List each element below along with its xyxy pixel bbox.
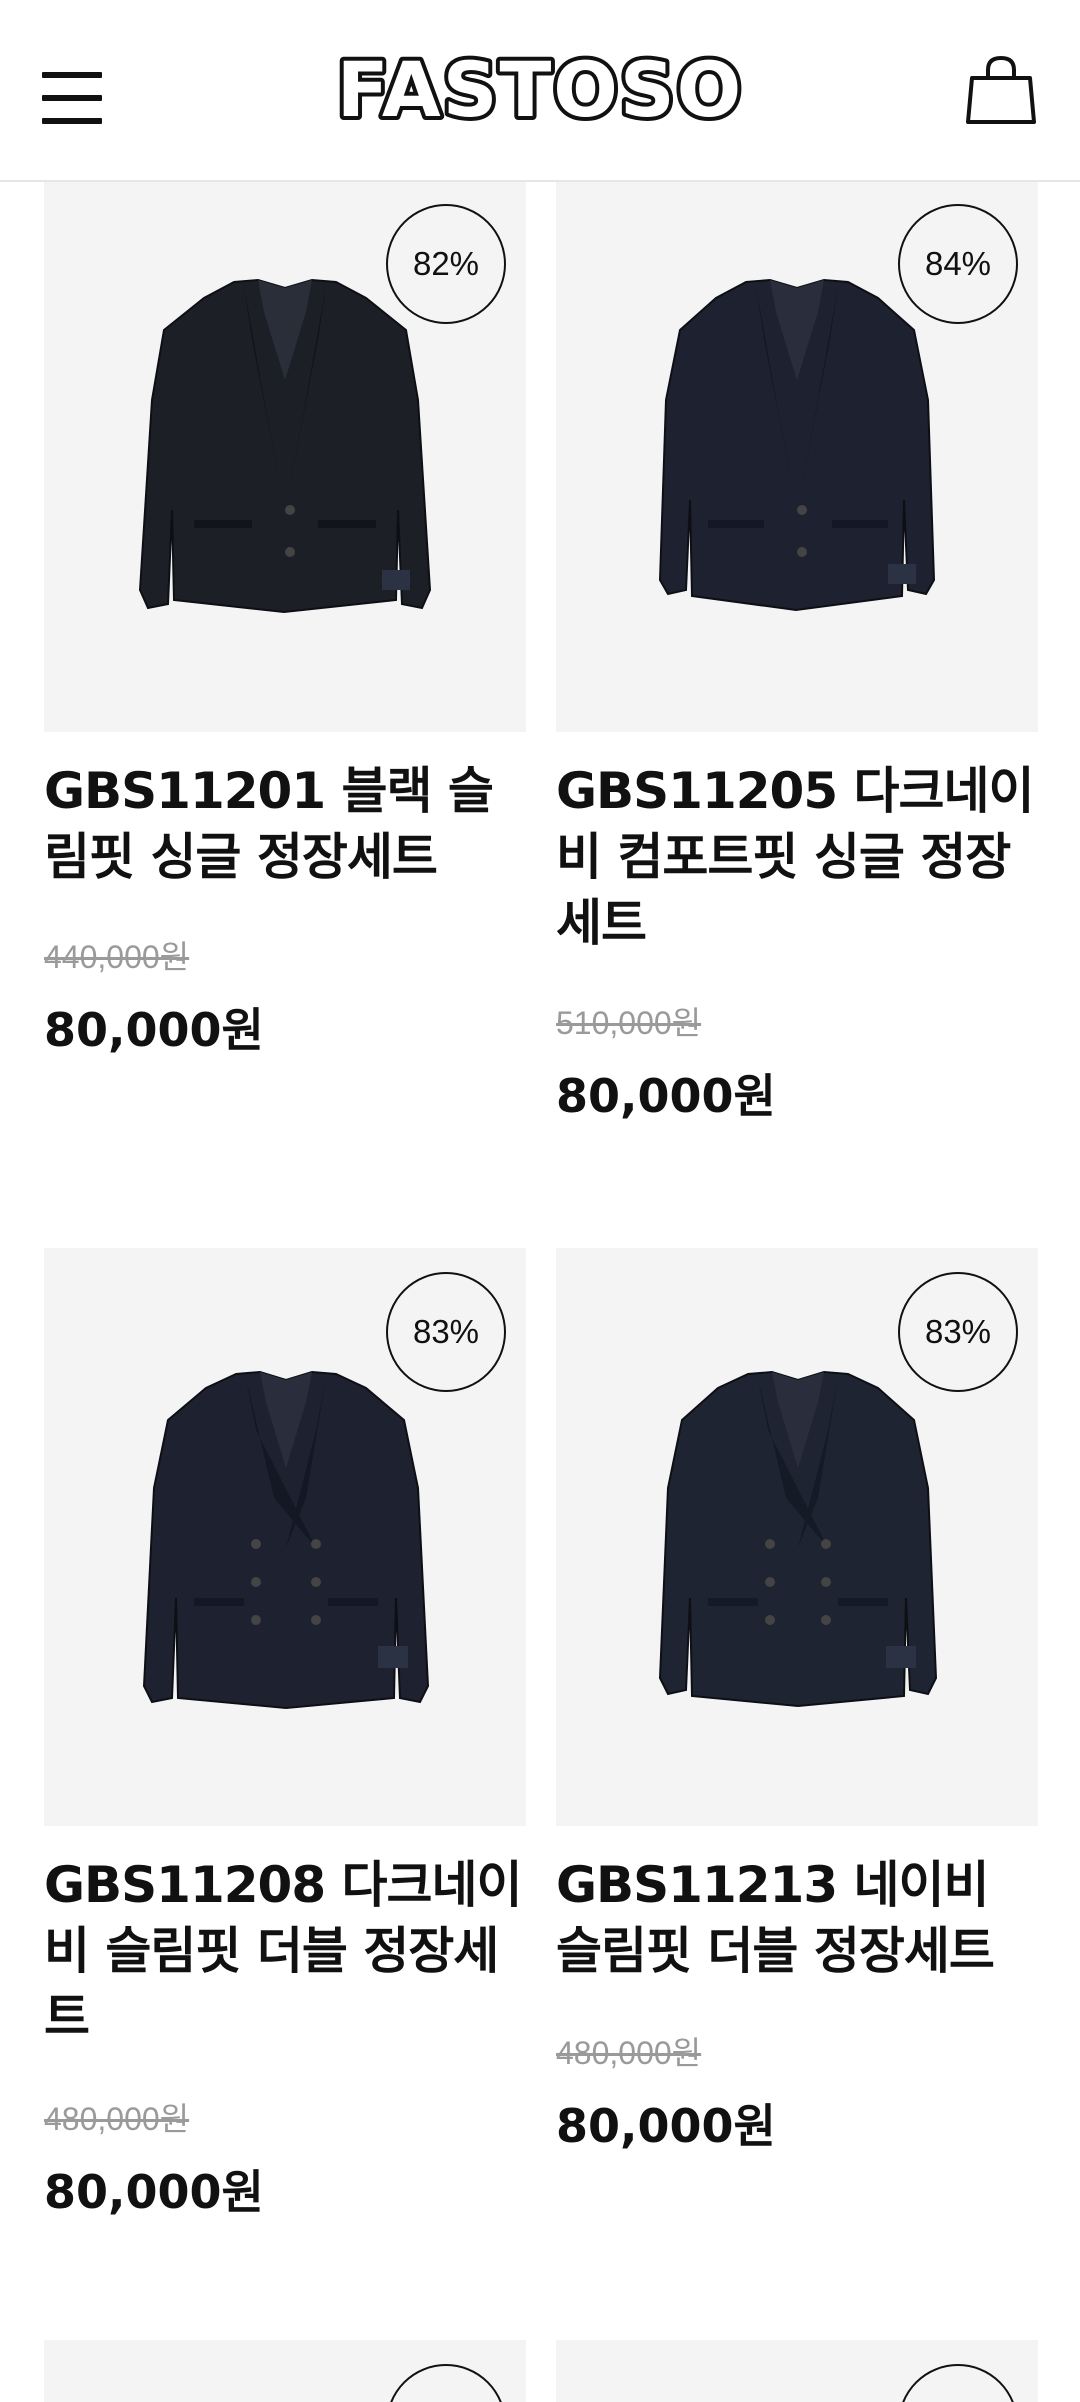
svg-text:FASTOSO: FASTOSO xyxy=(337,50,744,130)
product-name[interactable]: GBS11201 블랙 슬림핏 싱글 정장세트 xyxy=(44,758,526,890)
hamburger-menu-icon[interactable] xyxy=(42,72,102,124)
discount-badge: 83% xyxy=(898,1272,1018,1392)
product-name[interactable]: GBS11205 다크네이비 컴포트핏 싱글 정장세트 xyxy=(556,758,1038,956)
fastoso-logo[interactable]: FASTOSO FASTOSO xyxy=(256,50,824,130)
product-image[interactable]: 82% xyxy=(44,180,526,732)
shopping-bag-icon[interactable] xyxy=(966,56,1036,126)
product-image[interactable]: 83% xyxy=(556,1248,1038,1826)
product-image[interactable]: 84% xyxy=(556,180,1038,732)
product-grid: 82% GBS11201 블랙 슬림핏 싱글 정장세트 440,000원 80,… xyxy=(0,0,1080,2402)
top-header: FASTOSO FASTOSO xyxy=(0,0,1080,182)
sale-price: 80,000원 xyxy=(44,2165,264,2219)
sale-price: 80,000원 xyxy=(556,2099,776,2153)
discount-badge: 84% xyxy=(898,204,1018,324)
original-price: 480,000원 xyxy=(556,2035,702,2071)
product-name[interactable]: GBS11208 다크네이비 슬림핏 더블 정장세트 xyxy=(44,1852,526,2050)
discount-badge: 82% xyxy=(386,204,506,324)
sale-price: 80,000원 xyxy=(44,1003,264,1057)
discount-badge-partial xyxy=(386,2364,506,2402)
original-price: 440,000원 xyxy=(44,939,190,975)
original-price: 480,000원 xyxy=(44,2101,190,2137)
product-image[interactable] xyxy=(44,2340,526,2402)
product-image[interactable]: 83% xyxy=(44,1248,526,1826)
discount-badge: 83% xyxy=(386,1272,506,1392)
sale-price: 80,000원 xyxy=(556,1069,776,1123)
product-name[interactable]: GBS11213 네이비 슬림핏 더블 정장세트 xyxy=(556,1852,1038,1984)
discount-badge-partial xyxy=(898,2364,1018,2402)
original-price: 510,000원 xyxy=(556,1005,702,1041)
product-image[interactable] xyxy=(556,2340,1038,2402)
